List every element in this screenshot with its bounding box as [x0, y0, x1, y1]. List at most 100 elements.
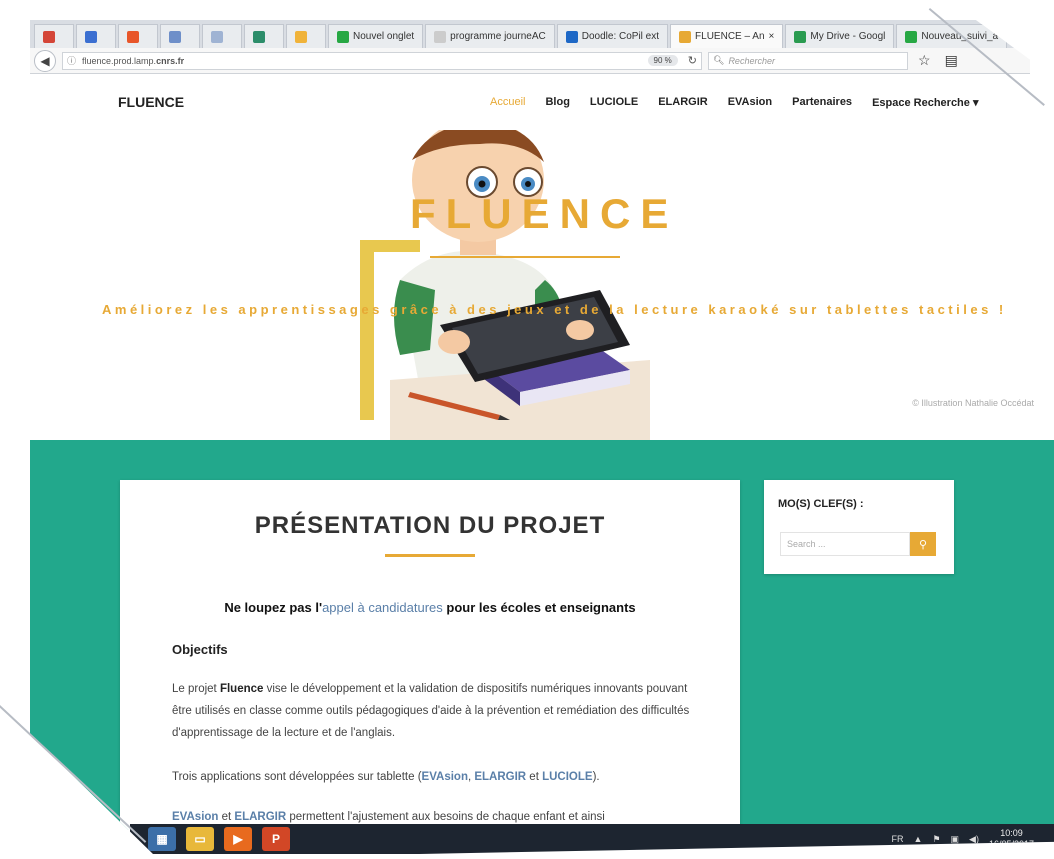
luciole-link[interactable]: LUCIOLE: [542, 771, 592, 783]
bookmark-star-icon[interactable]: ☆: [914, 52, 935, 69]
browser-tab[interactable]: [202, 24, 242, 48]
tab-favicon-icon: [169, 30, 181, 43]
hero-banner: FLUENCE Améliorez les apprentissages grâ…: [30, 130, 1054, 440]
nav-item[interactable]: LUCIOLE: [590, 96, 638, 109]
search-icon: ⚲: [918, 538, 928, 551]
browser-tab[interactable]: [76, 24, 116, 48]
tab-label: FLUENCE – An: [695, 31, 765, 42]
main-content-area: PRÉSENTATION DU PROJET Ne loupez pas l'a…: [30, 440, 1054, 840]
tab-label: My Drive - Googl: [810, 31, 886, 42]
browser-tab[interactable]: [244, 24, 284, 48]
language-indicator[interactable]: FR: [892, 834, 904, 844]
keyword-search-placeholder: Search ...: [787, 539, 826, 549]
nav-item[interactable]: EVAsion: [728, 96, 772, 109]
keyword-search-button[interactable]: ⚲: [910, 532, 936, 556]
tab-favicon-icon: [211, 30, 223, 43]
back-arrow-icon: ◀: [40, 53, 50, 68]
nav-item[interactable]: Partenaires: [792, 96, 852, 109]
nav-item[interactable]: Espace Recherche ▾: [872, 96, 978, 109]
tab-label: programme journeAC: [450, 31, 546, 42]
callout-text-after: pour les écoles et enseignants: [442, 600, 636, 615]
browser-tab[interactable]: [286, 24, 326, 48]
tab-favicon-icon: [85, 30, 97, 43]
volume-icon[interactable]: ◀): [969, 834, 979, 845]
tab-label: Doodle: CoPil ext: [581, 31, 660, 42]
p2-text-before: Trois applications sont développées sur …: [172, 771, 422, 783]
network-icon[interactable]: ▣: [951, 834, 960, 845]
objectives-heading: Objectifs: [172, 642, 228, 657]
elargir-link-2[interactable]: ELARGIR: [234, 811, 286, 823]
objectives-paragraph: Le projet Fluence vise le développement …: [172, 678, 702, 744]
info-icon: ⓘ: [67, 56, 77, 66]
nav-item[interactable]: ELARGIR: [658, 96, 708, 109]
evasion-link[interactable]: EVAsion: [422, 771, 468, 783]
tab-favicon-icon: [295, 30, 307, 43]
browser-search-placeholder: Rechercher: [728, 55, 775, 66]
url-text: fluence.prod.lamp.cnrs.fr: [82, 55, 185, 66]
browser-tab[interactable]: Nouvel onglet: [328, 24, 424, 48]
taskbar-powerpoint-icon[interactable]: P: [262, 827, 290, 851]
url-field[interactable]: ⓘ fluence.prod.lamp.cnrs.fr 90 % ↻: [62, 51, 702, 70]
back-button[interactable]: ◀: [34, 49, 56, 72]
site-brand[interactable]: FLUENCE: [118, 94, 184, 110]
reload-icon[interactable]: ↻: [684, 54, 701, 67]
browser-tab[interactable]: [34, 24, 74, 48]
taskbar-start-icon[interactable]: ▦: [148, 827, 176, 851]
call-for-applications-notice: Ne loupez pas l'appel à candidatures pou…: [120, 600, 740, 615]
close-tab-icon[interactable]: ×: [769, 31, 775, 42]
screenshot-frame: Nouvel onglet programme journeAC Doodle: C…: [0, 0, 1054, 859]
taskbar-explorer-icon[interactable]: ▭: [186, 827, 214, 851]
browser-tab[interactable]: Doodle: CoPil ext: [556, 24, 669, 48]
tab-favicon-icon: [565, 30, 578, 43]
applications-paragraph: Trois applications sont développées sur …: [172, 766, 702, 788]
keywords-widget: MO(S) CLEF(S) : Search ... ⚲: [764, 480, 954, 574]
browser-tab[interactable]: [118, 24, 158, 48]
tab-favicon-icon: [794, 30, 807, 43]
site-header: FLUENCE Accueil Blog LUCIOLE ELARGIR EVAsion…: [30, 76, 1030, 130]
call-for-applications-link[interactable]: appel à candidatures: [322, 600, 443, 615]
clock-date: 16/05/2017: [988, 839, 1034, 849]
browser-tab[interactable]: My Drive - Googl: [785, 24, 895, 48]
zoom-indicator[interactable]: 90 %: [647, 55, 678, 66]
browser-tab-bar: Nouvel onglet programme journeAC Doodle: C…: [30, 20, 1030, 48]
tab-favicon-icon: [43, 30, 55, 43]
nav-item[interactable]: Accueil: [490, 96, 525, 109]
p1-text-before: Le projet: [172, 683, 220, 695]
tab-favicon-icon: [253, 30, 265, 43]
browser-tab[interactable]: programme journeAC: [425, 24, 555, 48]
action-center-flag-icon[interactable]: ⚑: [932, 834, 940, 845]
p3-text-after: permettent l'ajustement aux besoins de c…: [286, 811, 605, 823]
boy-with-tablet-illustration: [360, 130, 650, 440]
browser-address-bar: ◀ ⓘ fluence.prod.lamp.cnrs.fr 90 % ↻ 🔍︎ …: [30, 48, 1030, 74]
browser-tab[interactable]: FLUENCE – An ×: [670, 24, 784, 48]
p2-text-after: ).: [592, 771, 600, 783]
tray-expand-icon[interactable]: ▲: [914, 834, 923, 844]
tab-favicon-icon: [679, 30, 692, 43]
search-icon: 🔍︎: [713, 55, 725, 65]
bookmarks-library-icon[interactable]: ▤: [941, 52, 962, 69]
presentation-title-underline: [385, 554, 475, 557]
tab-favicon-icon: [905, 30, 918, 43]
clock-time: 10:09: [1000, 828, 1023, 838]
browser-tab[interactable]: [160, 24, 200, 48]
system-tray: FR ▲ ⚑ ▣ ◀) 10:09 16/05/2017: [892, 828, 1054, 850]
hero-title: FLUENCE: [410, 190, 679, 237]
keyword-search-input[interactable]: Search ...: [780, 532, 910, 556]
keywords-title: MO(S) CLEF(S) :: [778, 498, 864, 510]
hero-title-underline: [430, 256, 620, 258]
browser-search-input[interactable]: 🔍︎ Rechercher: [708, 51, 908, 70]
p2-sep2: et: [526, 771, 543, 783]
tab-favicon-icon: [127, 30, 139, 43]
system-clock[interactable]: 10:09 16/05/2017: [989, 828, 1034, 850]
evasion-link-2[interactable]: EVAsion: [172, 811, 218, 823]
presentation-card: PRÉSENTATION DU PROJET Ne loupez pas l'a…: [120, 480, 740, 840]
nav-item[interactable]: Blog: [545, 96, 569, 109]
site-menu: Accueil Blog LUCIOLE ELARGIR EVAsion Partenai…: [490, 96, 978, 109]
hero-subtitle: Améliorez les apprentissages grâce à des…: [102, 302, 1007, 317]
tab-favicon-icon: [434, 30, 447, 43]
callout-text-before: Ne loupez pas l': [224, 600, 323, 615]
taskbar-media-player-icon[interactable]: ▶: [224, 827, 252, 851]
elargir-link[interactable]: ELARGIR: [474, 771, 526, 783]
tab-favicon-icon: [337, 30, 349, 43]
p1-bold-fluence: Fluence: [219, 683, 264, 695]
